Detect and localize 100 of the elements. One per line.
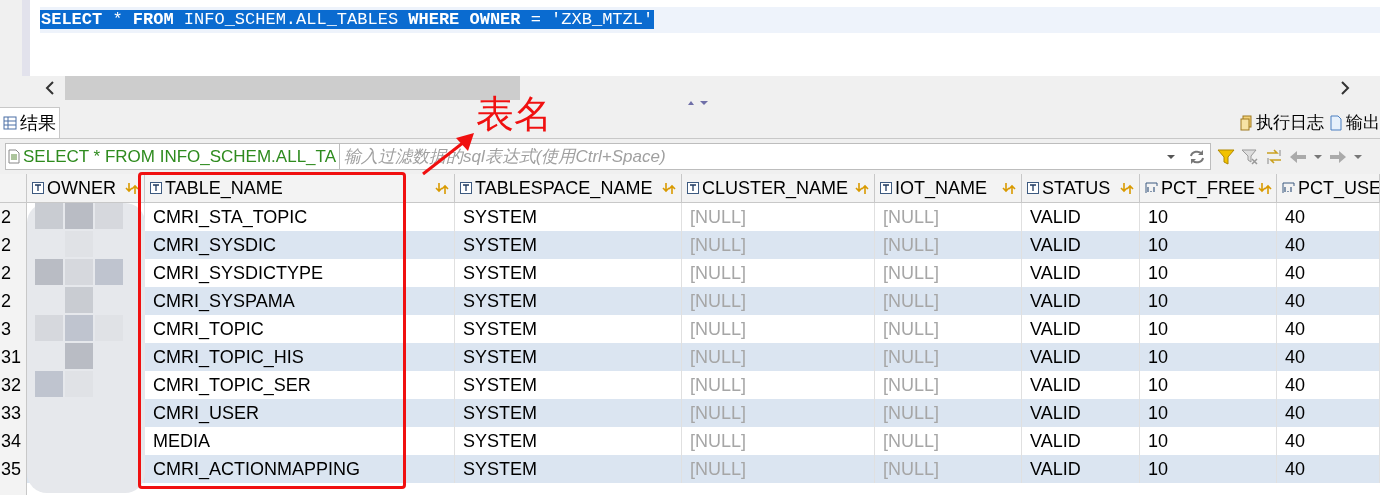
table-row[interactable]: 2 CMRI_SYSDICTYPE SYSTEM [NULL] [NULL] VALID 10 40 (0, 259, 1380, 287)
table-cell-text: [NULL] (690, 429, 747, 453)
sort-icon[interactable] (435, 181, 449, 195)
table-row[interactable]: 31 CMRI_TOPIC_HIS SYSTEM [NULL] [NULL] VALID 10 40 (0, 343, 1380, 371)
sort-icon[interactable] (1002, 181, 1016, 195)
table-cell-text: 40 (1285, 205, 1306, 229)
scroll-left-icon[interactable] (45, 81, 55, 95)
table-cell-text: VALID (1030, 345, 1081, 369)
table-cell-text: [NULL] (883, 261, 940, 285)
table-cell-text: 10 (1148, 261, 1169, 285)
column-header-label: IOT_NAME (895, 176, 988, 201)
table-cell-text: SYSTEM (463, 345, 537, 369)
code-editor[interactable]: SELECT* FROM INFO_SCHEM.ALL_TABLES WHERE OWNER = 'ZXB_MTZL' (0, 0, 1380, 76)
script-icon (8, 149, 20, 164)
table-cell-text: 10 (1148, 233, 1169, 257)
table-cell-text: 40 (1285, 345, 1306, 369)
table-row[interactable]: 2 CMRI_SYSPAMA SYSTEM [NULL] [NULL] VALID 10 40 (0, 287, 1380, 315)
table-cell-text: 10 (1148, 289, 1169, 313)
log-icon (1240, 114, 1252, 131)
refresh-icon[interactable] (1188, 148, 1206, 165)
column-header-label: CLUSTER_NAME (702, 176, 850, 201)
table-cell-text: 10 (1148, 345, 1169, 369)
column-header-label: TABLESPACE_NAME (475, 176, 654, 201)
table-cell-text: [NULL] (690, 233, 747, 257)
table-cell-text: [NULL] (690, 205, 747, 229)
sash-arrows-icon[interactable] (687, 100, 709, 106)
table-cell-text: SYSTEM (463, 317, 537, 341)
table-cell-text: SYSTEM (463, 429, 537, 453)
scroll-right-icon[interactable] (1340, 81, 1350, 95)
column-header[interactable]: TABLE_NAME (145, 174, 455, 202)
row-number: 31 (0, 343, 27, 371)
table-cell-text: CMRI_USER (153, 401, 259, 426)
column-header-label: OWNER (47, 176, 117, 200)
table-cell-text: 40 (1285, 289, 1306, 313)
table-cell-text: VALID (1030, 457, 1081, 481)
table-cell-text: 40 (1285, 401, 1306, 425)
table-cell-text: SYSTEM (463, 205, 537, 229)
number-type-icon (1145, 182, 1158, 194)
table-cell-text: VALID (1030, 317, 1081, 341)
sort-icon[interactable] (1120, 181, 1134, 195)
table-cell-text: 40 (1285, 373, 1306, 397)
table-cell-text: 40 (1285, 233, 1306, 257)
column-header[interactable]: TABLESPACE_NAME (455, 174, 682, 202)
table-cell-text: VALID (1030, 429, 1081, 453)
number-type-icon (1282, 182, 1295, 194)
table-cell-text: [NULL] (690, 401, 747, 425)
table-row[interactable]: 2 CMRI_STA_TOPIC SYSTEM [NULL] [NULL] VALID 10 40 (0, 203, 1380, 231)
text-type-icon (460, 182, 472, 194)
dropdown-caret-icon[interactable] (1353, 153, 1363, 160)
sort-icon[interactable] (1258, 181, 1273, 195)
table-cell-text: [NULL] (883, 457, 940, 481)
column-header[interactable]: OWNER (27, 174, 145, 202)
table-cell-text: SYSTEM (463, 457, 537, 481)
table-cell-text: SYSTEM (463, 373, 537, 397)
table-row[interactable]: 2 CMRI_SYSDIC SYSTEM [NULL] [NULL] VALID 10 40 (0, 231, 1380, 259)
table-cell-text: MEDIA (153, 429, 210, 453)
row-number: 2 (0, 231, 27, 259)
text-type-icon (32, 182, 44, 194)
column-header-label: STATUS (1042, 176, 1112, 200)
result-tab[interactable]: 结果 (0, 107, 60, 138)
table-row[interactable]: 34 MEDIA SYSTEM [NULL] [NULL] VALID 10 40 (0, 427, 1380, 455)
execution-log-tab[interactable]: 执行日志 (1240, 107, 1324, 138)
sql-query-text: SELECT* FROM INFO_SCHEM.ALL_TABLES WHERE OWNER = 'ZXB_MTZL' (40, 10, 655, 29)
table-cell-text: 40 (1285, 317, 1306, 341)
forward-arrow-icon[interactable] (1329, 148, 1347, 165)
table-cell-text: 10 (1148, 317, 1169, 341)
column-header[interactable]: IOT_NAME (875, 174, 1022, 202)
filter-icon[interactable] (1217, 147, 1235, 166)
table-row[interactable]: 3 CMRI_TOPIC SYSTEM [NULL] [NULL] VALID 10 40 (0, 315, 1380, 343)
table-cell-text: SYSTEM (463, 289, 537, 313)
table-cell-text: [NULL] (883, 345, 940, 369)
table-cell-text: [NULL] (690, 289, 747, 313)
table-cell-text: [NULL] (883, 317, 940, 341)
table-cell-text: SYSTEM (463, 401, 537, 425)
text-type-icon (1027, 182, 1039, 194)
output-tab[interactable]: 输出 (1330, 107, 1380, 138)
dropdown-caret-icon[interactable] (1313, 153, 1323, 160)
table-cell-text: CMRI_TOPIC_HIS (153, 345, 304, 370)
table-cell-text: [NULL] (883, 233, 940, 257)
clear-filter-icon[interactable] (1241, 147, 1259, 166)
sort-icon[interactable] (855, 181, 869, 195)
column-header[interactable]: PCT_FREE (1140, 174, 1277, 202)
dropdown-caret-icon[interactable] (1166, 153, 1176, 160)
sort-icon[interactable] (662, 181, 676, 195)
table-row[interactable]: 32 CMRI_TOPIC_SER SYSTEM [NULL] [NULL] VALID 10 40 (0, 371, 1380, 399)
table-cell-text: SYSTEM (463, 233, 537, 257)
table-row[interactable]: 35 CMRI_ACTIONMAPPING SYSTEM [NULL] [NULL] VALID 10 40 (0, 455, 1380, 483)
column-header[interactable]: STATUS (1022, 174, 1140, 202)
sort-icon[interactable] (125, 181, 139, 195)
table-cell-text: CMRI_STA_TOPIC (153, 205, 308, 230)
grid-icon (3, 116, 17, 130)
column-header[interactable]: CLUSTER_NAME (682, 174, 875, 202)
table-row[interactable]: 33 CMRI_USER SYSTEM [NULL] [NULL] VALID 10 40 (0, 399, 1380, 427)
table-cell-text: [NULL] (883, 289, 940, 313)
table-cell-text: CMRI_SYSDICTYPE (153, 261, 324, 286)
back-arrow-icon[interactable] (1289, 148, 1307, 165)
table-cell-text: [NULL] (883, 205, 940, 229)
table-cell-text: [NULL] (690, 457, 747, 481)
table-cell-text: 10 (1148, 457, 1169, 481)
row-number: 2 (0, 259, 27, 287)
